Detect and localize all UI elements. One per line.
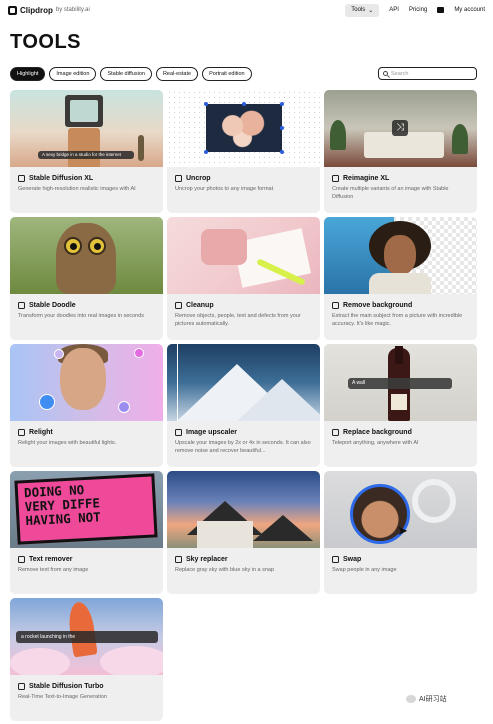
watermark-text: AI研习站 (419, 696, 447, 703)
filter-chip-portrait-edition[interactable]: Portrait edition (202, 67, 252, 81)
top-bar: Clipdrop by stability.ai Tools ⌄ API Pri… (0, 0, 493, 20)
eraser-icon (175, 302, 182, 309)
sky-icon (175, 556, 182, 563)
tool-description: Remove text from any image (18, 567, 89, 573)
tool-description: Upscale your images by 2x or 4x in secon… (175, 440, 311, 454)
tool-title: Uncrop (186, 175, 211, 182)
tool-title: Stable Diffusion Turbo (29, 683, 104, 690)
shuffle-icon: ⤨ (392, 120, 408, 136)
tool-card-stable-diffusion-xl[interactable]: A sexy bridge in a studio for the intern… (10, 90, 163, 213)
tools-menu-button[interactable]: Tools ⌄ (345, 3, 380, 17)
tool-thumbnail (10, 217, 163, 294)
tool-card-swap[interactable]: ➤ Swap Swap people in any image (324, 471, 477, 594)
page-title: TOOLS (10, 31, 82, 53)
watermark: AI研习站 (406, 694, 447, 704)
tool-thumbnail: DOING NO VERY DIFFE HAVING NOT (10, 471, 163, 548)
tool-thumbnail (324, 217, 477, 294)
api-link[interactable]: API (389, 7, 399, 13)
tool-card-relight[interactable]: Relight Relight your images with beautif… (10, 344, 163, 467)
tool-title: Stable Diffusion XL (29, 175, 94, 182)
tool-title: Remove background (343, 302, 413, 309)
tool-description: Uncrop your photos to any image format (175, 186, 274, 192)
tool-card-uncrop[interactable]: Uncrop Uncrop your photos to any image f… (167, 90, 320, 213)
tool-title: Text remover (29, 556, 73, 563)
cutout-icon (332, 302, 339, 309)
tool-card-image-upscaler[interactable]: Image upscaler Upscale your images by 2x… (167, 344, 320, 467)
tool-thumbnail (10, 344, 163, 421)
swap-icon (332, 556, 339, 563)
prompt-overlay: A wall (348, 378, 452, 389)
top-nav: Tools ⌄ API Pricing My account (345, 3, 485, 17)
tool-thumbnail: ➤ (324, 471, 477, 548)
tool-title: Stable Doodle (29, 302, 76, 309)
image-icon (18, 683, 25, 690)
tool-thumbnail (167, 217, 320, 294)
tool-thumbnail: A wall (324, 344, 477, 421)
tool-description: Generate high-resolution realistic image… (18, 186, 136, 192)
tool-thumbnail: a rocket launching in the (10, 598, 163, 675)
tool-description: Replace gray sky with blue sky in a snap (175, 567, 275, 573)
tool-card-remove-background[interactable]: Remove background Extract the main subje… (324, 217, 477, 340)
prompt-overlay: a rocket launching in the (16, 631, 158, 643)
filter-chip-stable-diffusion[interactable]: Stable diffusion (100, 67, 152, 81)
tools-grid: A sexy bridge in a studio for the intern… (10, 90, 477, 721)
pricing-link[interactable]: Pricing (409, 7, 427, 13)
sun-icon (18, 429, 25, 436)
tool-description: Extract the main subject from a picture … (332, 313, 463, 327)
tool-title: Replace background (343, 429, 412, 436)
search-placeholder: Search (391, 70, 409, 77)
tool-thumbnail (167, 471, 320, 548)
tool-card-reimagine-xl[interactable]: ⤨ Reimagine XL Create multiple variants … (324, 90, 477, 213)
image-icon (332, 175, 339, 182)
wechat-icon (406, 695, 416, 703)
chevron-down-icon: ⌄ (368, 7, 374, 14)
tool-thumbnail: ⤨ (324, 90, 477, 167)
tool-title: Image upscaler (186, 429, 237, 436)
tool-thumbnail (167, 344, 320, 421)
tool-card-replace-background[interactable]: A wall Replace background Teleport anyth… (324, 344, 477, 467)
tool-title: Swap (343, 556, 362, 563)
filter-chip-real-estate[interactable]: Real-estate (155, 67, 199, 81)
prompt-overlay: A sexy bridge in a studio for the intern… (38, 151, 134, 159)
filter-chip-image-edition[interactable]: Image edition (49, 67, 97, 81)
tool-card-stable-doodle[interactable]: Stable Doodle Transform your doodles int… (10, 217, 163, 340)
my-account-link[interactable]: My account (454, 7, 485, 13)
text-remove-icon (18, 556, 25, 563)
tool-description: Create multiple variants of an image wit… (332, 186, 449, 200)
clipdrop-logo-icon (8, 5, 17, 15)
replace-icon (332, 429, 339, 436)
logo-suffix: by stability.ai (55, 7, 90, 13)
tool-thumbnail (167, 90, 320, 167)
image-icon (18, 175, 25, 182)
search-input[interactable]: Search (378, 67, 477, 80)
logo-name: Clipdrop (20, 5, 53, 15)
tool-title: Sky replacer (186, 556, 228, 563)
search-icon (383, 71, 388, 76)
tool-description: Transform your doodles into real images … (18, 313, 145, 319)
filter-chip-highlight[interactable]: Highlight (10, 67, 46, 81)
tool-card-stable-diffusion-turbo[interactable]: a rocket launching in the Stable Diffusi… (10, 598, 163, 721)
tool-description: Relight your images with beautiful light… (18, 440, 117, 446)
tool-description: Real-Time Text-to-Image Generation (18, 694, 107, 700)
tool-description: Remove objects, people, text and defects… (175, 313, 301, 327)
inbox-icon[interactable] (437, 7, 445, 13)
cursor-icon: ➤ (397, 523, 408, 538)
tool-card-cleanup[interactable]: Cleanup Remove objects, people, text and… (167, 217, 320, 340)
clipdrop-logo[interactable]: Clipdrop by stability.ai (8, 5, 90, 15)
upscale-icon (175, 429, 182, 436)
magic-wand-icon (18, 302, 25, 309)
tools-label: Tools (351, 7, 366, 13)
tool-description: Teleport anything, anywhere with AI (332, 440, 419, 446)
tool-title: Cleanup (186, 302, 214, 309)
filter-chips: Highlight Image edition Stable diffusion… (10, 67, 252, 81)
tool-title: Reimagine XL (343, 175, 390, 182)
tool-card-text-remover[interactable]: DOING NO VERY DIFFE HAVING NOT Text remo… (10, 471, 163, 594)
tool-title: Relight (29, 429, 53, 436)
crop-icon (175, 175, 182, 182)
tool-description: Swap people in any image (332, 567, 397, 573)
tool-card-sky-replacer[interactable]: Sky replacer Replace gray sky with blue … (167, 471, 320, 594)
tool-thumbnail: A sexy bridge in a studio for the intern… (10, 90, 163, 167)
